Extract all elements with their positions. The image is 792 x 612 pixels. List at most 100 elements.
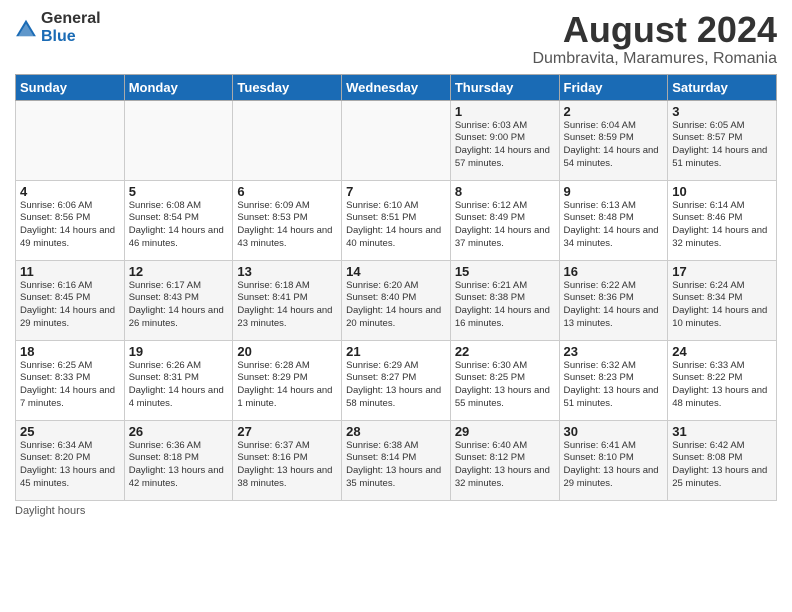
day-number: 11 (20, 264, 120, 279)
day-info: Sunrise: 6:32 AM Sunset: 8:23 PM Dayligh… (564, 360, 664, 411)
day-number: 24 (672, 344, 772, 359)
day-info: Sunrise: 6:34 AM Sunset: 8:20 PM Dayligh… (20, 440, 120, 491)
day-info: Sunrise: 6:24 AM Sunset: 8:34 PM Dayligh… (672, 280, 772, 331)
day-number: 20 (237, 344, 337, 359)
day-number: 19 (129, 344, 229, 359)
calendar-cell (124, 100, 233, 180)
day-info: Sunrise: 6:33 AM Sunset: 8:22 PM Dayligh… (672, 360, 772, 411)
logo-general: General (41, 10, 101, 27)
calendar-cell: 19Sunrise: 6:26 AM Sunset: 8:31 PM Dayli… (124, 340, 233, 420)
calendar-week-row: 18Sunrise: 6:25 AM Sunset: 8:33 PM Dayli… (16, 340, 777, 420)
day-number: 1 (455, 104, 555, 119)
logo-text: General Blue (41, 10, 101, 46)
calendar-cell: 21Sunrise: 6:29 AM Sunset: 8:27 PM Dayli… (342, 340, 451, 420)
title-area: August 2024 Dumbravita, Maramures, Roman… (532, 10, 777, 68)
logo-blue: Blue (41, 28, 76, 45)
calendar-cell: 20Sunrise: 6:28 AM Sunset: 8:29 PM Dayli… (233, 340, 342, 420)
calendar-week-row: 4Sunrise: 6:06 AM Sunset: 8:56 PM Daylig… (16, 180, 777, 260)
calendar-cell: 11Sunrise: 6:16 AM Sunset: 8:45 PM Dayli… (16, 260, 125, 340)
day-info: Sunrise: 6:41 AM Sunset: 8:10 PM Dayligh… (564, 440, 664, 491)
calendar-cell: 8Sunrise: 6:12 AM Sunset: 8:49 PM Daylig… (450, 180, 559, 260)
calendar-cell: 5Sunrise: 6:08 AM Sunset: 8:54 PM Daylig… (124, 180, 233, 260)
subtitle: Dumbravita, Maramures, Romania (532, 50, 777, 68)
calendar-cell: 25Sunrise: 6:34 AM Sunset: 8:20 PM Dayli… (16, 420, 125, 500)
day-info: Sunrise: 6:29 AM Sunset: 8:27 PM Dayligh… (346, 360, 446, 411)
calendar-week-row: 25Sunrise: 6:34 AM Sunset: 8:20 PM Dayli… (16, 420, 777, 500)
weekday-header-tuesday: Tuesday (233, 74, 342, 100)
weekday-header-thursday: Thursday (450, 74, 559, 100)
calendar-cell: 15Sunrise: 6:21 AM Sunset: 8:38 PM Dayli… (450, 260, 559, 340)
day-number: 31 (672, 424, 772, 439)
day-number: 13 (237, 264, 337, 279)
day-number: 4 (20, 184, 120, 199)
calendar-cell: 16Sunrise: 6:22 AM Sunset: 8:36 PM Dayli… (559, 260, 668, 340)
day-info: Sunrise: 6:21 AM Sunset: 8:38 PM Dayligh… (455, 280, 555, 331)
day-number: 22 (455, 344, 555, 359)
day-number: 26 (129, 424, 229, 439)
calendar-cell: 28Sunrise: 6:38 AM Sunset: 8:14 PM Dayli… (342, 420, 451, 500)
day-number: 6 (237, 184, 337, 199)
day-number: 21 (346, 344, 446, 359)
day-info: Sunrise: 6:42 AM Sunset: 8:08 PM Dayligh… (672, 440, 772, 491)
calendar-cell: 6Sunrise: 6:09 AM Sunset: 8:53 PM Daylig… (233, 180, 342, 260)
day-number: 7 (346, 184, 446, 199)
day-number: 10 (672, 184, 772, 199)
calendar-cell: 30Sunrise: 6:41 AM Sunset: 8:10 PM Dayli… (559, 420, 668, 500)
day-info: Sunrise: 6:14 AM Sunset: 8:46 PM Dayligh… (672, 200, 772, 251)
weekday-header-friday: Friday (559, 74, 668, 100)
logo: General Blue (15, 10, 101, 46)
calendar-cell: 7Sunrise: 6:10 AM Sunset: 8:51 PM Daylig… (342, 180, 451, 260)
header: General Blue August 2024 Dumbravita, Mar… (15, 10, 777, 68)
calendar-cell (342, 100, 451, 180)
calendar-cell: 14Sunrise: 6:20 AM Sunset: 8:40 PM Dayli… (342, 260, 451, 340)
logo-icon (15, 17, 37, 39)
day-info: Sunrise: 6:37 AM Sunset: 8:16 PM Dayligh… (237, 440, 337, 491)
calendar-cell: 3Sunrise: 6:05 AM Sunset: 8:57 PM Daylig… (668, 100, 777, 180)
calendar-cell: 27Sunrise: 6:37 AM Sunset: 8:16 PM Dayli… (233, 420, 342, 500)
day-number: 9 (564, 184, 664, 199)
calendar-cell: 4Sunrise: 6:06 AM Sunset: 8:56 PM Daylig… (16, 180, 125, 260)
day-info: Sunrise: 6:10 AM Sunset: 8:51 PM Dayligh… (346, 200, 446, 251)
calendar-cell: 2Sunrise: 6:04 AM Sunset: 8:59 PM Daylig… (559, 100, 668, 180)
day-number: 28 (346, 424, 446, 439)
day-number: 5 (129, 184, 229, 199)
page: General Blue August 2024 Dumbravita, Mar… (0, 0, 792, 527)
weekday-header-sunday: Sunday (16, 74, 125, 100)
day-number: 15 (455, 264, 555, 279)
day-info: Sunrise: 6:09 AM Sunset: 8:53 PM Dayligh… (237, 200, 337, 251)
day-number: 14 (346, 264, 446, 279)
calendar-cell: 1Sunrise: 6:03 AM Sunset: 9:00 PM Daylig… (450, 100, 559, 180)
calendar-cell: 26Sunrise: 6:36 AM Sunset: 8:18 PM Dayli… (124, 420, 233, 500)
day-info: Sunrise: 6:18 AM Sunset: 8:41 PM Dayligh… (237, 280, 337, 331)
calendar-cell (233, 100, 342, 180)
day-number: 27 (237, 424, 337, 439)
day-info: Sunrise: 6:06 AM Sunset: 8:56 PM Dayligh… (20, 200, 120, 251)
day-number: 29 (455, 424, 555, 439)
day-info: Sunrise: 6:12 AM Sunset: 8:49 PM Dayligh… (455, 200, 555, 251)
calendar-cell: 22Sunrise: 6:30 AM Sunset: 8:25 PM Dayli… (450, 340, 559, 420)
day-info: Sunrise: 6:26 AM Sunset: 8:31 PM Dayligh… (129, 360, 229, 411)
day-number: 8 (455, 184, 555, 199)
day-number: 30 (564, 424, 664, 439)
weekday-header-monday: Monday (124, 74, 233, 100)
calendar-cell: 12Sunrise: 6:17 AM Sunset: 8:43 PM Dayli… (124, 260, 233, 340)
day-info: Sunrise: 6:30 AM Sunset: 8:25 PM Dayligh… (455, 360, 555, 411)
day-number: 25 (20, 424, 120, 439)
calendar-cell: 29Sunrise: 6:40 AM Sunset: 8:12 PM Dayli… (450, 420, 559, 500)
day-number: 16 (564, 264, 664, 279)
day-info: Sunrise: 6:03 AM Sunset: 9:00 PM Dayligh… (455, 120, 555, 171)
calendar-cell: 23Sunrise: 6:32 AM Sunset: 8:23 PM Dayli… (559, 340, 668, 420)
calendar-table: SundayMondayTuesdayWednesdayThursdayFrid… (15, 74, 777, 501)
day-info: Sunrise: 6:25 AM Sunset: 8:33 PM Dayligh… (20, 360, 120, 411)
day-info: Sunrise: 6:20 AM Sunset: 8:40 PM Dayligh… (346, 280, 446, 331)
footer-note: Daylight hours (15, 505, 777, 517)
calendar-cell: 24Sunrise: 6:33 AM Sunset: 8:22 PM Dayli… (668, 340, 777, 420)
day-number: 2 (564, 104, 664, 119)
day-info: Sunrise: 6:38 AM Sunset: 8:14 PM Dayligh… (346, 440, 446, 491)
weekday-header-wednesday: Wednesday (342, 74, 451, 100)
day-info: Sunrise: 6:08 AM Sunset: 8:54 PM Dayligh… (129, 200, 229, 251)
calendar-cell: 13Sunrise: 6:18 AM Sunset: 8:41 PM Dayli… (233, 260, 342, 340)
day-info: Sunrise: 6:40 AM Sunset: 8:12 PM Dayligh… (455, 440, 555, 491)
day-number: 18 (20, 344, 120, 359)
day-number: 3 (672, 104, 772, 119)
